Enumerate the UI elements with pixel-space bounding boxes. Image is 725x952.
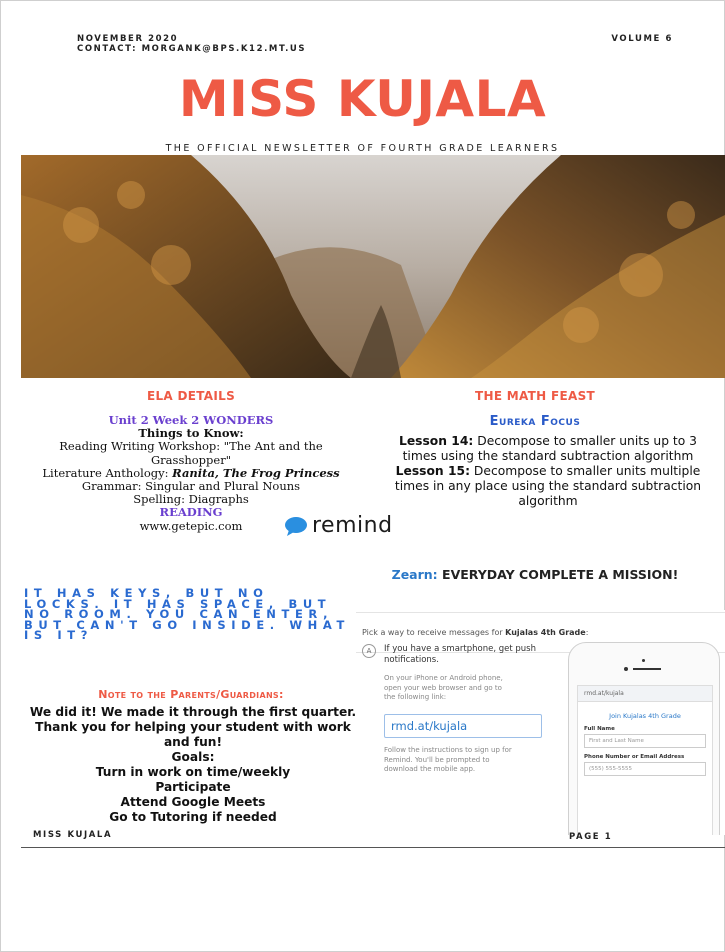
phone-full-name-field: First and Last Name (584, 734, 706, 748)
goal-2: Participate (155, 780, 231, 794)
zearn-line: Zearn: EVERYDAY COMPLETE A MISSION! (360, 567, 710, 582)
footer-page: PAGE 1 (569, 832, 613, 842)
ela-anthology-label: Literature Anthology: (42, 465, 173, 480)
header-volume: VOLUME 6 (611, 34, 673, 44)
note-line-2: Thank you for helping your student with … (35, 720, 351, 749)
phone-full-name-label: Full Name (584, 726, 615, 732)
remind-signup-card: Pick a way to receive messages for Kujal… (356, 610, 725, 835)
lesson-15-label: Lesson 15: (395, 464, 470, 478)
note-heading: Note to the Parents/Guardians: (98, 688, 284, 701)
header-contact: CONTACT: MORGANK@BPS.K12.MT.US (77, 44, 307, 54)
phone-join-title: Join Kujalas 4th Grade (609, 712, 681, 720)
remind-headline: If you have a smartphone, get push notif… (384, 644, 536, 665)
math-heading: THE MATH FEAST (474, 389, 596, 403)
phone-url-bar: rmd.at/kujala (578, 686, 712, 702)
remind-wordmark: remind (312, 513, 393, 538)
phone-speaker (633, 668, 661, 670)
lesson-14-label: Lesson 14: (398, 434, 474, 448)
note-line-1: We did it! We made it through the first … (29, 705, 357, 719)
lesson-15: Lesson 15: Decompose to smaller units mu… (388, 464, 708, 509)
header-date: NOVEMBER 2020 (77, 34, 179, 44)
remind-logo: remind (284, 513, 393, 538)
phone-camera (642, 659, 645, 662)
remind-pick-class: Kujalas 4th Grade (505, 628, 586, 637)
phone-contact-field: (555) 555-5555 (584, 762, 706, 776)
lesson-14: Lesson 14: Decompose to smaller units up… (388, 434, 708, 464)
zearn-label: Zearn: (391, 567, 438, 582)
note-body: We did it! We made it through the first … (25, 705, 361, 825)
step-badge: A (362, 644, 376, 658)
header-left: NOVEMBER 2020 CONTACT: MORGANK@BPS.K12.M… (77, 34, 306, 54)
ela-anthology-title: Ranita, The Frog Princess (172, 465, 340, 480)
phone-screen: rmd.at/kujala Join Kujalas 4th Grade Ful… (577, 685, 713, 835)
math-lessons: Lesson 14: Decompose to smaller units up… (388, 434, 708, 509)
remind-pick-text: Pick a way to receive messages for Kujal… (362, 628, 588, 637)
goal-3: Attend Google Meets (120, 795, 266, 809)
ela-workshop: Reading Writing Workshop: "The Ant and t… (59, 439, 323, 467)
phone-sensor (624, 667, 628, 671)
newsletter-title: MISS KUJALA (178, 70, 547, 128)
divider (356, 612, 725, 613)
phone-mockup: rmd.at/kujala Join Kujalas 4th Grade Ful… (568, 642, 720, 835)
footer-rule (21, 847, 725, 848)
goals-label: Goals: (171, 750, 215, 764)
footer-name: MISS KUJALA (33, 830, 113, 840)
hero-image-autumn-valley (21, 155, 725, 378)
riddle: IT HAS KEYS, BUT NO LOCKS. IT HAS SPACE,… (24, 586, 350, 642)
phone-contact-label: Phone Number or Email Address (584, 754, 685, 760)
remind-instructions: On your iPhone or Android phone, open yo… (384, 674, 503, 701)
eureka-focus: Eureka Focus (489, 414, 581, 429)
remind-pick-suffix: : (585, 628, 589, 637)
newsletter-subtitle: THE OFFICIAL NEWSLETTER OF FOURTH GRADE … (165, 143, 560, 154)
goal-4: Go to Tutoring if needed (109, 810, 277, 824)
remind-follow-text: Follow the instructions to sign up for R… (384, 746, 512, 773)
zearn-text: EVERYDAY COMPLETE A MISSION! (437, 567, 679, 582)
ela-heading: ELA DETAILS (146, 389, 236, 403)
goal-1: Turn in work on time/weekly (95, 765, 291, 779)
remind-pick-prefix: Pick a way to receive messages for (362, 628, 506, 637)
remind-bubble-icon (285, 516, 307, 536)
remind-link[interactable]: rmd.at/kujala (384, 714, 542, 738)
